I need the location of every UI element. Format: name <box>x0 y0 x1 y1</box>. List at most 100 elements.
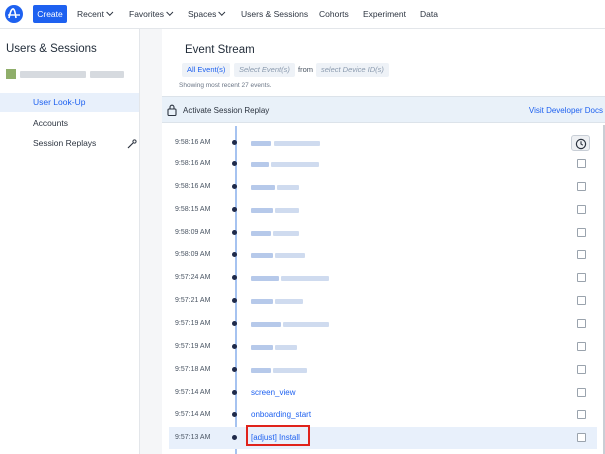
nav-cohorts[interactable]: Cohorts <box>319 0 349 29</box>
event-checkbox[interactable] <box>577 228 586 237</box>
nav-data[interactable]: Data <box>420 0 438 29</box>
event-row-selected[interactable]: 9:57:13 AM [adjust] Install <box>169 425 597 449</box>
activate-session-replay-label[interactable]: Activate Session Replay <box>183 97 269 124</box>
redacted-text <box>90 71 124 78</box>
timeline-dot <box>232 207 237 212</box>
redacted-event-name <box>251 231 271 236</box>
event-checkbox[interactable] <box>577 250 586 259</box>
create-button[interactable]: Create <box>33 5 67 23</box>
event-time: 9:57:13 AM <box>175 434 211 441</box>
sidebar-item-session-replays[interactable]: Session Replays <box>0 134 139 153</box>
nav-users-sessions[interactable]: Users & Sessions <box>241 0 308 29</box>
timeline-dot <box>232 298 237 303</box>
event-time: 9:58:16 AM <box>175 183 211 190</box>
redacted-event-name <box>273 368 307 373</box>
redacted-event-name <box>251 208 273 213</box>
sidebar-item-user-lookup[interactable]: User Look-Up <box>0 93 139 112</box>
nav-recent[interactable]: Recent <box>77 0 114 29</box>
redacted-event-name <box>275 345 297 350</box>
event-row[interactable]: 9:57:14 AM onboarding_start <box>169 404 597 426</box>
amplitude-logo-icon[interactable] <box>5 5 23 23</box>
avatar <box>6 69 16 79</box>
redacted-event-name <box>273 231 299 236</box>
filter-from-label: from <box>298 65 313 74</box>
event-row[interactable]: 9:57:19 AM <box>169 336 597 358</box>
timeline-dot <box>232 252 237 257</box>
event-checkbox[interactable] <box>577 365 586 374</box>
event-time: 9:57:19 AM <box>175 320 211 327</box>
timeline-dot <box>232 275 237 280</box>
event-time: 9:57:24 AM <box>175 274 211 281</box>
session-replay-banner: Activate Session Replay Visit Developer … <box>162 96 605 123</box>
event-row[interactable]: 9:57:19 AM <box>169 313 597 335</box>
developer-docs-link[interactable]: Visit Developer Docs <box>529 97 603 124</box>
top-nav: Create Recent Favorites Spaces Users & S… <box>0 0 605 29</box>
event-row[interactable]: 9:58:16 AM <box>169 132 597 154</box>
redacted-event-name <box>274 141 320 146</box>
event-checkbox[interactable] <box>577 182 586 191</box>
event-checkbox[interactable] <box>577 319 586 328</box>
timeline-dot <box>232 412 237 417</box>
event-row[interactable]: 9:58:16 AM <box>169 176 597 198</box>
event-checkbox[interactable] <box>577 205 586 214</box>
all-events-filter[interactable]: All Event(s) <box>182 63 231 77</box>
redacted-event-name <box>251 185 275 190</box>
redacted-event-name <box>275 208 299 213</box>
timeline-dot <box>232 390 237 395</box>
event-checkbox[interactable] <box>577 273 586 282</box>
nav-favorites[interactable]: Favorites <box>129 0 174 29</box>
redacted-event-name <box>275 253 305 258</box>
event-row[interactable]: 9:58:09 AM <box>169 244 597 266</box>
redacted-event-name <box>251 345 273 350</box>
timeline-dot <box>232 184 237 189</box>
event-row[interactable]: 9:57:14 AM screen_view <box>169 382 597 404</box>
chevron-down-icon <box>218 8 226 16</box>
event-row[interactable]: 9:58:15 AM <box>169 199 597 221</box>
redacted-event-name <box>251 253 273 258</box>
lock-icon <box>167 104 177 116</box>
timeline-dot <box>232 321 237 326</box>
event-row[interactable]: 9:57:24 AM <box>169 267 597 289</box>
sidebar: Users & Sessions User Look-Up Accounts S… <box>0 29 140 454</box>
event-row[interactable]: 9:57:18 AM <box>169 359 597 381</box>
redacted-event-name <box>281 276 329 281</box>
timeline-dot <box>232 344 237 349</box>
nav-favorites-label: Favorites <box>129 9 164 19</box>
event-stream-panel: Event Stream All Event(s) Select Event(s… <box>162 29 605 454</box>
event-row[interactable]: 9:57:21 AM <box>169 290 597 312</box>
event-time: 9:57:19 AM <box>175 343 211 350</box>
redacted-event-name <box>251 299 273 304</box>
redacted-event-name <box>251 162 269 167</box>
sidebar-title: Users & Sessions <box>6 43 97 55</box>
page-title: Event Stream <box>185 44 255 56</box>
event-row[interactable]: 9:58:09 AM <box>169 222 597 244</box>
event-time: 9:58:15 AM <box>175 206 211 213</box>
event-checkbox[interactable] <box>577 433 586 442</box>
event-checkbox[interactable] <box>577 388 586 397</box>
redacted-event-name <box>283 322 329 327</box>
event-name[interactable]: onboarding_start <box>251 404 311 426</box>
event-checkbox[interactable] <box>577 342 586 351</box>
redacted-event-name <box>277 185 299 190</box>
redacted-event-name <box>251 368 271 373</box>
nav-experiment[interactable]: Experiment <box>363 0 406 29</box>
highlight-annotation-box <box>246 425 310 446</box>
sidebar-item-accounts[interactable]: Accounts <box>0 114 139 133</box>
timeline-dot <box>232 161 237 166</box>
chevron-down-icon <box>106 8 114 16</box>
event-time: 9:58:16 AM <box>175 160 211 167</box>
select-device-filter[interactable]: select Device ID(s) <box>316 63 389 77</box>
event-checkbox[interactable] <box>577 159 586 168</box>
event-checkbox[interactable] <box>577 410 586 419</box>
event-checkbox[interactable] <box>577 296 586 305</box>
event-time: 9:58:16 AM <box>175 139 211 146</box>
redacted-event-name <box>251 276 279 281</box>
nav-spaces[interactable]: Spaces <box>188 0 226 29</box>
redacted-event-name <box>271 162 319 167</box>
event-name[interactable]: screen_view <box>251 382 295 404</box>
event-row[interactable]: 9:58:16 AM <box>169 153 597 175</box>
select-events-filter[interactable]: Select Event(s) <box>234 63 295 77</box>
redacted-text <box>20 71 86 78</box>
nav-recent-label: Recent <box>77 9 104 19</box>
user-identity-blurred <box>6 68 124 80</box>
